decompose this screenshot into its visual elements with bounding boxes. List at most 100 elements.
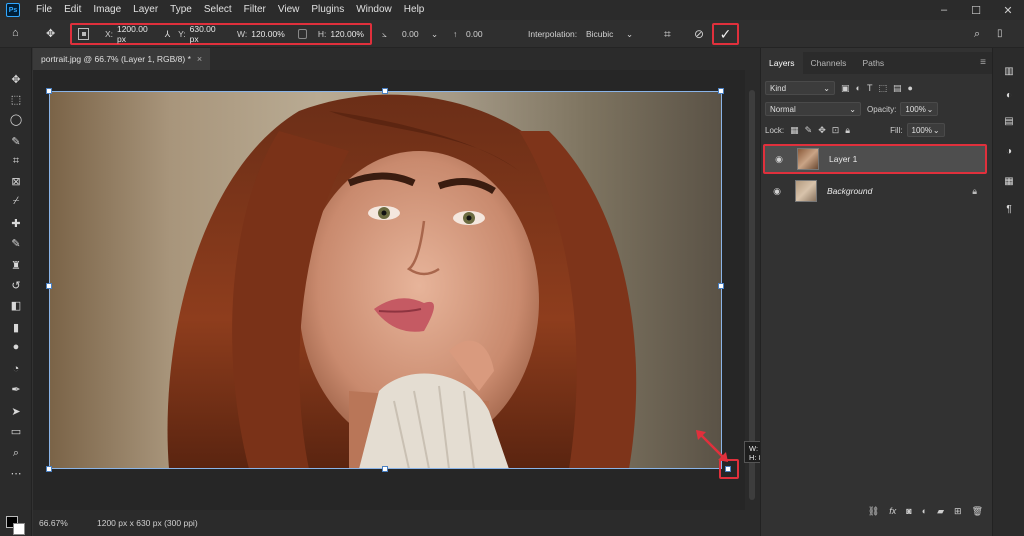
handle-top-left[interactable] — [46, 88, 52, 94]
fill-input[interactable]: 100% ⌄ — [906, 123, 945, 137]
more-tools-icon[interactable]: ⋯ — [9, 466, 23, 480]
new-group-icon[interactable]: ▰ — [937, 506, 944, 517]
transform-bounding-box[interactable] — [49, 91, 722, 469]
home-icon[interactable]: ⌂ — [12, 27, 19, 39]
handle-middle-left[interactable] — [46, 283, 52, 289]
gradient-tool-icon[interactable]: ▮ — [9, 320, 23, 334]
filter-kind-select[interactable]: Kind ⌄ — [765, 81, 835, 95]
y-input[interactable]: 630.00 px — [190, 24, 223, 44]
smart-object-filter-icon[interactable]: ▤ — [893, 83, 902, 94]
skew-input[interactable]: 0.00 — [466, 20, 483, 48]
fx-icon[interactable]: fx — [889, 506, 896, 516]
search-icon[interactable]: ⌕ — [974, 20, 980, 48]
chevron-down-icon[interactable]: ⌄ — [431, 20, 438, 48]
lock-transparent-icon[interactable]: ▦ — [790, 125, 799, 136]
lock-icon[interactable]: 🔒︎ — [972, 186, 977, 197]
close-button[interactable]: ✕ — [992, 0, 1024, 20]
lock-image-icon[interactable]: ✎ — [805, 125, 813, 136]
panel-menu-icon[interactable]: ≡ — [980, 52, 986, 74]
menu-help[interactable]: Help — [398, 0, 431, 20]
shape-filter-icon[interactable]: ⬚ — [878, 83, 887, 94]
add-mask-icon[interactable]: ◙ — [906, 506, 911, 516]
properties-icon[interactable]: ▥ — [1002, 64, 1016, 78]
rectangle-tool-icon[interactable]: ▭ — [9, 424, 23, 438]
layer-name[interactable]: Layer 1 — [829, 154, 857, 164]
cancel-transform-button[interactable]: ⊘ — [694, 20, 704, 48]
layer-row-layer-1[interactable]: ◉ Layer 1 — [763, 144, 987, 174]
link-layers-icon[interactable]: ⛓ — [868, 506, 879, 517]
swatches-icon[interactable]: ▦ — [1002, 174, 1016, 188]
color-swatches[interactable] — [6, 516, 26, 536]
maximize-button[interactable]: ☐ — [960, 0, 992, 20]
link-aspect-icon[interactable] — [297, 29, 307, 39]
libraries-icon[interactable]: ▤ — [1002, 114, 1016, 128]
move-tool-icon[interactable]: ✥ — [9, 72, 23, 86]
handle-top-center[interactable] — [382, 88, 388, 94]
blend-mode-select[interactable]: Normal ⌄ — [765, 102, 861, 116]
workspace-icon[interactable]: ▯ — [997, 20, 1003, 48]
paragraph-icon[interactable]: ¶ — [1002, 202, 1016, 216]
adjustment-layer-icon[interactable]: ◐ — [922, 506, 927, 516]
lock-all-icon[interactable]: 🔒︎ — [845, 125, 850, 136]
minimize-button[interactable]: – — [928, 0, 960, 20]
frame-tool-icon[interactable]: ⊠ — [9, 174, 23, 188]
opacity-input[interactable]: 100% ⌄ — [900, 102, 939, 116]
reference-point-icon[interactable] — [78, 28, 89, 40]
clone-stamp-tool-icon[interactable]: ♜ — [9, 258, 23, 272]
blur-tool-icon[interactable]: ● — [9, 340, 23, 354]
lock-artboard-icon[interactable]: ⊡ — [832, 125, 840, 136]
new-layer-icon[interactable]: ⊞ — [954, 506, 962, 517]
layer-row-background[interactable]: ◉ Background 🔒︎ — [763, 176, 991, 206]
handle-top-right[interactable] — [718, 88, 724, 94]
w-input[interactable]: 120.00% — [251, 29, 285, 39]
warp-icon[interactable]: ⌗ — [664, 20, 671, 48]
menu-select[interactable]: Select — [198, 0, 238, 20]
color-icon[interactable]: ◑ — [1002, 144, 1016, 158]
tab-channels[interactable]: Channels — [803, 52, 855, 74]
handle-middle-right[interactable] — [718, 283, 724, 289]
adjustment-filter-icon[interactable]: ◐ — [856, 83, 861, 93]
filter-toggle-icon[interactable]: ● — [907, 83, 912, 93]
eraser-tool-icon[interactable]: ◧ — [9, 298, 23, 312]
type-tool-icon[interactable] — [9, 384, 23, 398]
background-color[interactable] — [13, 523, 25, 535]
menu-type[interactable]: Type — [164, 0, 198, 20]
menu-plugins[interactable]: Plugins — [305, 0, 350, 20]
relative-position-icon[interactable]: ⅄ — [165, 29, 171, 40]
chevron-down-icon[interactable]: ⌄ — [626, 20, 633, 48]
menu-edit[interactable]: Edit — [58, 0, 87, 20]
adjustments-icon[interactable]: ◐ — [1002, 88, 1016, 102]
zoom-tool-icon[interactable]: ⌕ — [9, 446, 23, 460]
history-brush-tool-icon[interactable]: ↺ — [9, 278, 23, 292]
handle-bottom-center[interactable] — [382, 466, 388, 472]
visibility-eye-icon[interactable]: ◉ — [769, 154, 789, 165]
move-tool-preset-icon[interactable]: ✥ — [46, 27, 55, 40]
close-icon[interactable]: × — [197, 54, 202, 64]
layer-name[interactable]: Background — [827, 186, 872, 196]
h-input[interactable]: 120.00% — [330, 29, 364, 39]
menu-file[interactable]: File — [30, 0, 58, 20]
dodge-tool-icon[interactable]: ◔ — [9, 362, 23, 376]
crop-tool-icon[interactable]: ⌗ — [9, 154, 23, 168]
document-tab[interactable]: portrait.jpg @ 66.7% (Layer 1, RGB/8) * … — [33, 48, 211, 70]
handle-bottom-left[interactable] — [46, 466, 52, 472]
x-input[interactable]: 1200.00 px — [117, 24, 155, 44]
brush-tool-icon[interactable]: ✎ — [9, 236, 23, 250]
quick-selection-tool-icon[interactable]: ✎ — [9, 134, 23, 148]
type-filter-icon[interactable]: T — [867, 83, 873, 93]
rotate-input[interactable]: 0.00 — [402, 20, 419, 48]
menu-view[interactable]: View — [272, 0, 306, 20]
lock-position-icon[interactable]: ✥ — [818, 125, 826, 136]
delete-layer-icon[interactable]: 🗑︎ — [972, 506, 983, 517]
path-selection-tool-icon[interactable]: ➤ — [9, 404, 23, 418]
tab-paths[interactable]: Paths — [854, 52, 892, 74]
menu-window[interactable]: Window — [350, 0, 398, 20]
healing-brush-tool-icon[interactable]: ✚ — [9, 216, 23, 230]
tab-layers[interactable]: Layers — [761, 52, 803, 74]
menu-layer[interactable]: Layer — [127, 0, 164, 20]
menu-filter[interactable]: Filter — [238, 0, 272, 20]
menu-image[interactable]: Image — [87, 0, 127, 20]
marquee-tool-icon[interactable]: ⬚ — [9, 92, 23, 106]
eyedropper-tool-icon[interactable]: ⌿ — [9, 194, 23, 208]
commit-transform-button[interactable]: ✓ — [712, 23, 739, 45]
